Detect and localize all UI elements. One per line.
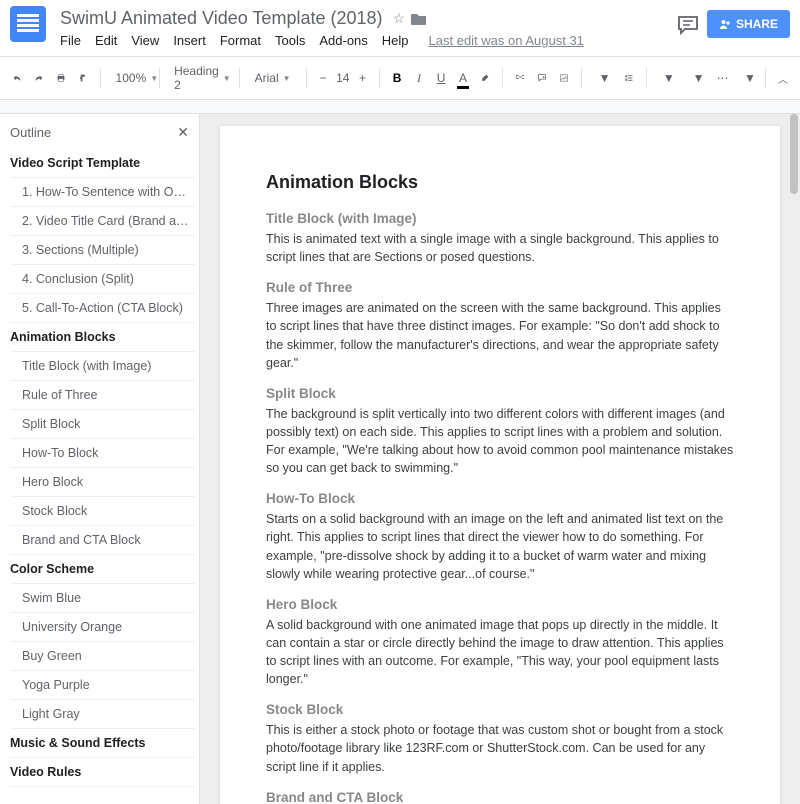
bold-button[interactable]: B bbox=[388, 67, 406, 89]
last-edit-link[interactable]: Last edit was on August 31 bbox=[429, 33, 584, 48]
outline-item[interactable]: 3. Sections (Multiple) bbox=[10, 236, 195, 265]
menu-insert[interactable]: Insert bbox=[173, 33, 206, 48]
outline-item[interactable]: Rule of Three bbox=[10, 381, 195, 410]
outline-item[interactable]: Light Gray bbox=[10, 700, 195, 729]
outline-item[interactable]: Swim Blue bbox=[10, 584, 195, 613]
menu-addons[interactable]: Add-ons bbox=[319, 33, 367, 48]
folder-icon[interactable] bbox=[411, 12, 427, 26]
more-tools-button[interactable]: ⋯ bbox=[713, 67, 731, 89]
section-heading: Brand and CTA Block bbox=[266, 790, 734, 804]
app-header: SwimU Animated Video Template (2018) ☆ F… bbox=[0, 0, 800, 50]
outline-item[interactable]: University Orange bbox=[10, 613, 195, 642]
paragraph-style-select[interactable]: Heading 2▼ bbox=[167, 61, 231, 95]
section-heading: Stock Block bbox=[266, 702, 734, 717]
outline-item[interactable]: 1. How-To Sentence with Outco... bbox=[10, 178, 195, 207]
section-paragraph: The background is split vertically into … bbox=[266, 405, 734, 478]
section-heading: Title Block (with Image) bbox=[266, 211, 734, 226]
document-page[interactable]: Animation Blocks Title Block (with Image… bbox=[220, 126, 780, 804]
section-heading: Rule of Three bbox=[266, 280, 734, 295]
bulleted-list-button[interactable]: ▼ bbox=[684, 67, 710, 89]
outline-item[interactable]: How-To Block bbox=[10, 439, 195, 468]
outline-item[interactable]: Title Block (with Image) bbox=[10, 352, 195, 381]
menu-file[interactable]: File bbox=[60, 33, 81, 48]
star-icon[interactable]: ☆ bbox=[393, 10, 406, 27]
section-paragraph: This is animated text with a single imag… bbox=[266, 230, 734, 266]
redo-button[interactable] bbox=[30, 68, 48, 88]
outline-item[interactable]: Brand and CTA Block bbox=[10, 526, 195, 555]
section-paragraph: A solid background with one animated ima… bbox=[266, 616, 734, 689]
line-spacing-button[interactable] bbox=[620, 68, 638, 88]
font-size-increase[interactable]: + bbox=[353, 67, 371, 89]
editing-mode-button[interactable]: ▼ bbox=[739, 67, 757, 89]
print-button[interactable] bbox=[52, 67, 70, 89]
menu-tools[interactable]: Tools bbox=[275, 33, 305, 48]
share-label: SHARE bbox=[736, 17, 778, 31]
outline-item[interactable]: Animation Blocks bbox=[10, 323, 195, 352]
horizontal-ruler[interactable] bbox=[0, 100, 800, 114]
section-heading: How-To Block bbox=[266, 491, 734, 506]
underline-button[interactable]: U bbox=[432, 67, 450, 89]
numbered-list-button[interactable]: 12▼ bbox=[654, 67, 680, 89]
outline-panel: Outline ✕ Video Script Template1. How-To… bbox=[0, 114, 200, 804]
page-title: Animation Blocks bbox=[266, 172, 734, 193]
outline-item[interactable]: Split Block bbox=[10, 410, 195, 439]
insert-link-button[interactable] bbox=[511, 69, 530, 87]
highlight-button[interactable] bbox=[476, 67, 494, 89]
insert-comment-button[interactable] bbox=[533, 67, 551, 89]
outline-item[interactable]: Music & Sound Effects bbox=[10, 729, 195, 758]
section-paragraph: Three images are animated on the screen … bbox=[266, 299, 734, 372]
insert-image-button[interactable] bbox=[555, 68, 573, 88]
font-size-input[interactable]: 14 bbox=[336, 71, 349, 85]
document-canvas[interactable]: Animation Blocks Title Block (with Image… bbox=[200, 114, 800, 804]
align-button[interactable]: ▼ bbox=[590, 67, 616, 89]
section-heading: Hero Block bbox=[266, 597, 734, 612]
outline-title: Outline bbox=[10, 125, 51, 140]
font-size-decrease[interactable]: − bbox=[314, 67, 332, 89]
outline-item[interactable]: 4. Conclusion (Split) bbox=[10, 265, 195, 294]
outline-item[interactable]: Buy Green bbox=[10, 642, 195, 671]
outline-item[interactable]: Color Scheme bbox=[10, 555, 195, 584]
outline-item[interactable]: Video Rules bbox=[10, 758, 195, 787]
menu-help[interactable]: Help bbox=[382, 33, 409, 48]
vertical-scrollbar[interactable] bbox=[790, 114, 798, 804]
outline-item[interactable]: Hero Block bbox=[10, 468, 195, 497]
toolbar: 100%▼ Heading 2▼ Arial▼ − 14 + B I U A ▼… bbox=[0, 56, 800, 100]
outline-item[interactable]: Stock Block bbox=[10, 497, 195, 526]
section-paragraph: Starts on a solid background with an ima… bbox=[266, 510, 734, 583]
outline-item[interactable]: Yoga Purple bbox=[10, 671, 195, 700]
paint-format-button[interactable] bbox=[74, 67, 92, 89]
outline-item[interactable]: Video Script Template bbox=[10, 149, 195, 178]
section-paragraph: This is either a stock photo or footage … bbox=[266, 721, 734, 775]
zoom-select[interactable]: 100%▼ bbox=[109, 68, 151, 88]
menu-view[interactable]: View bbox=[131, 33, 159, 48]
outline-item[interactable]: 2. Video Title Card (Brand and Ti... bbox=[10, 207, 195, 236]
document-title[interactable]: SwimU Animated Video Template (2018) bbox=[56, 6, 387, 31]
share-button[interactable]: SHARE bbox=[707, 10, 790, 38]
close-outline-button[interactable]: ✕ bbox=[177, 124, 189, 141]
section-heading: Split Block bbox=[266, 386, 734, 401]
text-color-button[interactable]: A bbox=[454, 67, 472, 89]
person-add-icon bbox=[719, 18, 731, 30]
menu-bar: File Edit View Insert Format Tools Add-o… bbox=[56, 31, 677, 50]
outline-item[interactable]: 5. Call-To-Action (CTA Block) bbox=[10, 294, 195, 323]
menu-format[interactable]: Format bbox=[220, 33, 261, 48]
font-select[interactable]: Arial▼ bbox=[248, 68, 298, 88]
undo-button[interactable] bbox=[8, 68, 26, 88]
comments-icon[interactable] bbox=[677, 15, 697, 33]
collapse-toolbar-button[interactable]: ︿ bbox=[774, 67, 792, 90]
menu-edit[interactable]: Edit bbox=[95, 33, 117, 48]
italic-button[interactable]: I bbox=[410, 67, 428, 90]
docs-app-icon[interactable] bbox=[10, 6, 46, 42]
